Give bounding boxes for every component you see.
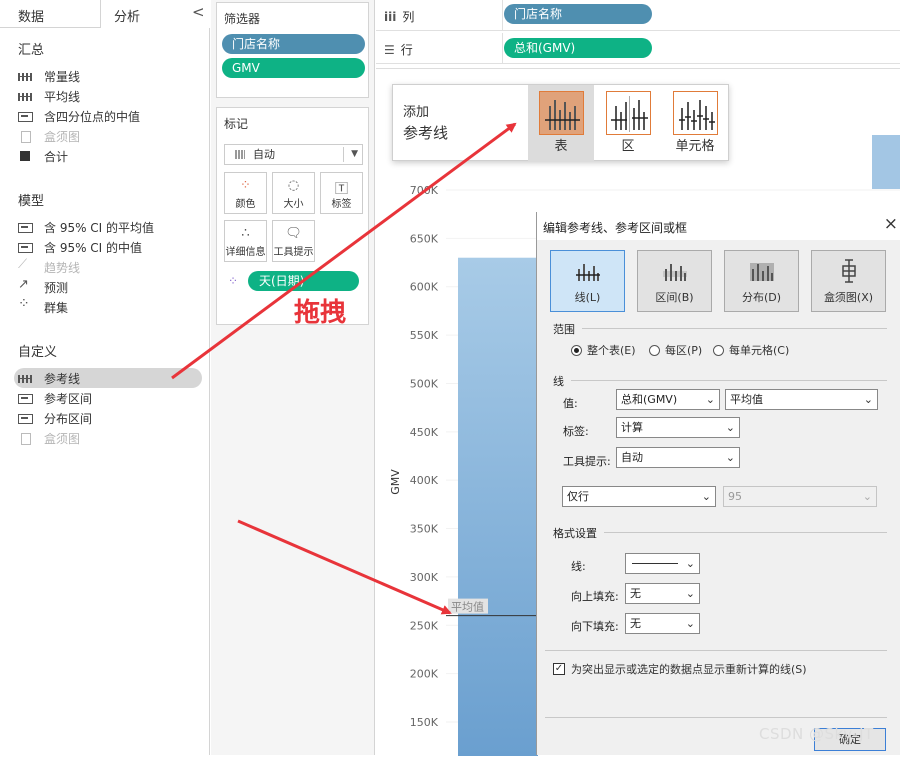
annotation-arrows: [171, 122, 517, 615]
watermark: CSDN @Sky-JT: [759, 725, 874, 743]
drag-arrow: [171, 122, 517, 380]
drop-arrow: [237, 519, 452, 615]
